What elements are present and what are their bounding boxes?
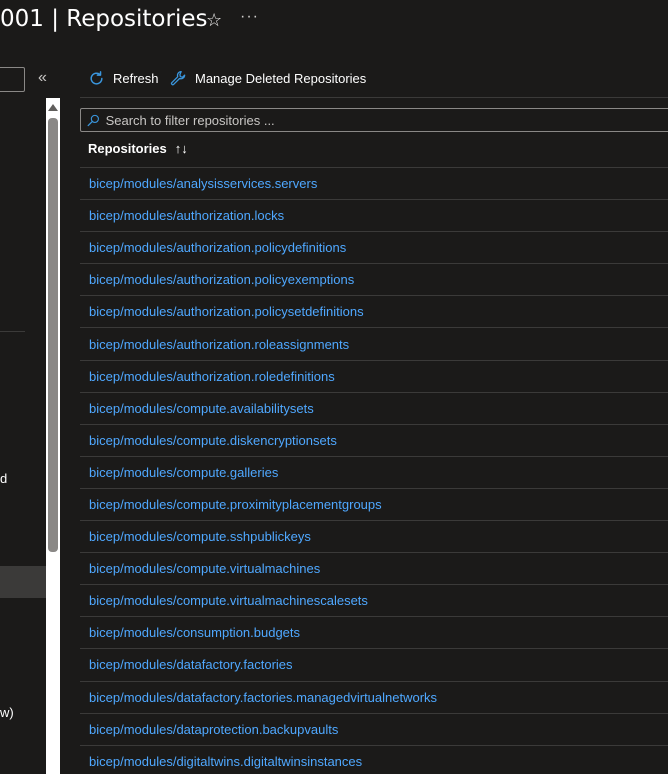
repository-link[interactable]: bicep/modules/datafactory.factories (89, 657, 293, 672)
repository-link[interactable]: bicep/modules/dataprotection.backupvault… (89, 722, 338, 737)
repository-link[interactable]: bicep/modules/authorization.roleassignme… (89, 337, 349, 352)
table-row: bicep/modules/analysisservices.servers (80, 168, 668, 201)
repository-link[interactable]: bicep/modules/digitaltwins.digitaltwinsi… (89, 754, 362, 769)
scrollbar-thumb[interactable] (48, 118, 58, 552)
repository-link[interactable]: bicep/modules/datafactory.factories.mana… (89, 690, 437, 705)
table-row: bicep/modules/compute.availabilitysets (80, 393, 668, 425)
repository-link[interactable]: bicep/modules/compute.sshpublickeys (89, 529, 311, 544)
table-row: bicep/modules/compute.sshpublickeys (80, 521, 668, 554)
manage-deleted-label: Manage Deleted Repositories (195, 71, 367, 86)
table-row: bicep/modules/authorization.roledefiniti… (80, 361, 668, 393)
table-row: bicep/modules/compute.galleries (80, 457, 668, 489)
table-row: bicep/modules/digitaltwins.digitaltwinsi… (80, 746, 668, 774)
toolbar-divider (80, 97, 668, 98)
repository-link[interactable]: bicep/modules/compute.virtualmachinescal… (89, 593, 368, 608)
refresh-label: Refresh (113, 71, 159, 86)
repository-link[interactable]: bicep/modules/analysisservices.servers (89, 176, 317, 191)
repository-link[interactable]: bicep/modules/authorization.policyexempt… (89, 272, 354, 287)
repository-link[interactable]: bicep/modules/compute.galleries (89, 465, 278, 480)
repository-link[interactable]: bicep/modules/compute.diskencryptionsets (89, 433, 337, 448)
star-icon[interactable]: ☆ (206, 10, 222, 31)
more-icon[interactable]: ··· (240, 8, 259, 26)
repository-link[interactable]: bicep/modules/compute.availabilitysets (89, 401, 314, 416)
repository-link[interactable]: bicep/modules/compute.virtualmachines (89, 561, 320, 576)
table-row: bicep/modules/authorization.policyexempt… (80, 264, 668, 297)
scroll-up-arrow-icon[interactable] (48, 104, 58, 111)
table-row: bicep/modules/dataprotection.backupvault… (80, 714, 668, 746)
table-row: bicep/modules/datafactory.factories (80, 649, 668, 682)
table-row: bicep/modules/compute.virtualmachinescal… (80, 585, 668, 618)
repository-link[interactable]: bicep/modules/authorization.policydefini… (89, 240, 346, 255)
filter-search-box[interactable] (80, 108, 668, 132)
left-menu-item-truncated-2[interactable]: w) (0, 705, 14, 720)
table-row: bicep/modules/compute.virtualmachines (80, 553, 668, 586)
repository-list: bicep/modules/analysisservices.servers b… (80, 168, 668, 774)
table-row: bicep/modules/datafactory.factories.mana… (80, 682, 668, 714)
left-divider (0, 331, 25, 332)
table-row: bicep/modules/authorization.locks (80, 200, 668, 233)
repository-link[interactable]: bicep/modules/authorization.roledefiniti… (89, 369, 335, 384)
wrench-icon (170, 70, 186, 86)
left-menu-item-truncated[interactable]: d (0, 471, 7, 486)
sort-icon[interactable]: ↑↓ (175, 141, 188, 156)
repository-link[interactable]: bicep/modules/authorization.policysetdef… (89, 304, 364, 319)
manage-deleted-repositories-button[interactable]: Manage Deleted Repositories (170, 70, 366, 87)
filter-repositories-input[interactable] (105, 112, 668, 128)
table-row: bicep/modules/compute.diskencryptionsets (80, 425, 668, 457)
table-row: bicep/modules/authorization.roleassignme… (80, 328, 668, 361)
table-row: bicep/modules/compute.proximityplacement… (80, 489, 668, 522)
repository-link[interactable]: bicep/modules/consumption.budgets (89, 625, 300, 640)
left-search-box[interactable] (0, 67, 25, 92)
double-chevron-left-icon[interactable]: « (38, 69, 47, 87)
repositories-column-header[interactable]: Repositories ↑↓ (88, 141, 188, 156)
left-menu-selected-item[interactable] (0, 566, 46, 598)
table-row: bicep/modules/authorization.policydefini… (80, 232, 668, 265)
table-row: bicep/modules/authorization.policysetdef… (80, 296, 668, 329)
search-icon (87, 114, 99, 126)
refresh-button[interactable]: Refresh (88, 70, 159, 87)
repository-link[interactable]: bicep/modules/compute.proximityplacement… (89, 497, 382, 512)
column-header-label: Repositories (88, 141, 167, 156)
page-title: 001 | Repositories (0, 6, 208, 32)
repository-link[interactable]: bicep/modules/authorization.locks (89, 208, 284, 223)
refresh-icon (90, 71, 103, 85)
table-row: bicep/modules/consumption.budgets (80, 617, 668, 650)
